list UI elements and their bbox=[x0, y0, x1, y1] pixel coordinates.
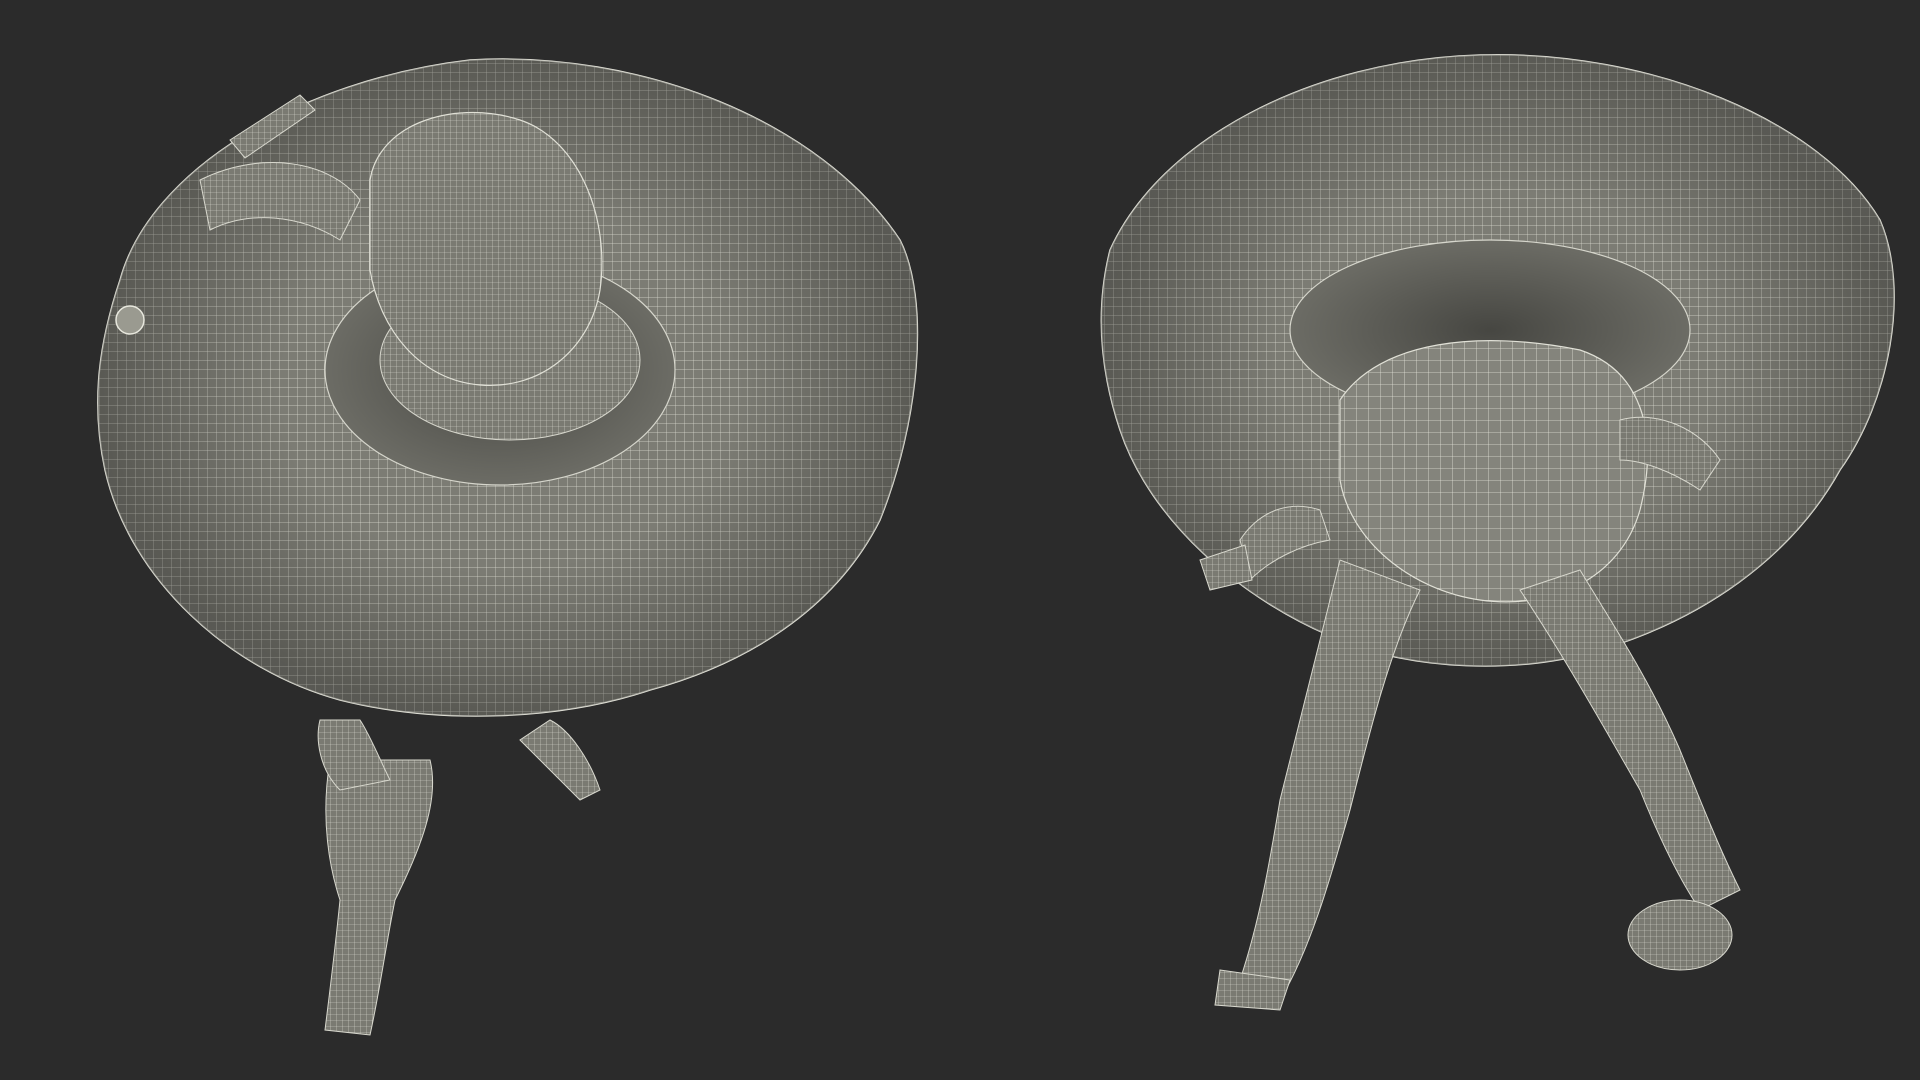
left-leg-mesh bbox=[1239, 559, 1421, 1001]
swim-ring-top-render bbox=[97, 58, 919, 1036]
right-foot-mesh bbox=[1627, 899, 1733, 971]
left-leg-mesh bbox=[324, 759, 434, 1036]
mesh-view-top[interactable] bbox=[0, 0, 960, 1080]
swim-ring-bottom-render bbox=[1100, 54, 1895, 1011]
valve-icon bbox=[115, 305, 145, 335]
right-foot-mesh bbox=[519, 719, 601, 801]
mesh-view-bottom[interactable] bbox=[960, 0, 1920, 1080]
head-mesh bbox=[369, 111, 603, 386]
render-canvas bbox=[0, 0, 1920, 1080]
